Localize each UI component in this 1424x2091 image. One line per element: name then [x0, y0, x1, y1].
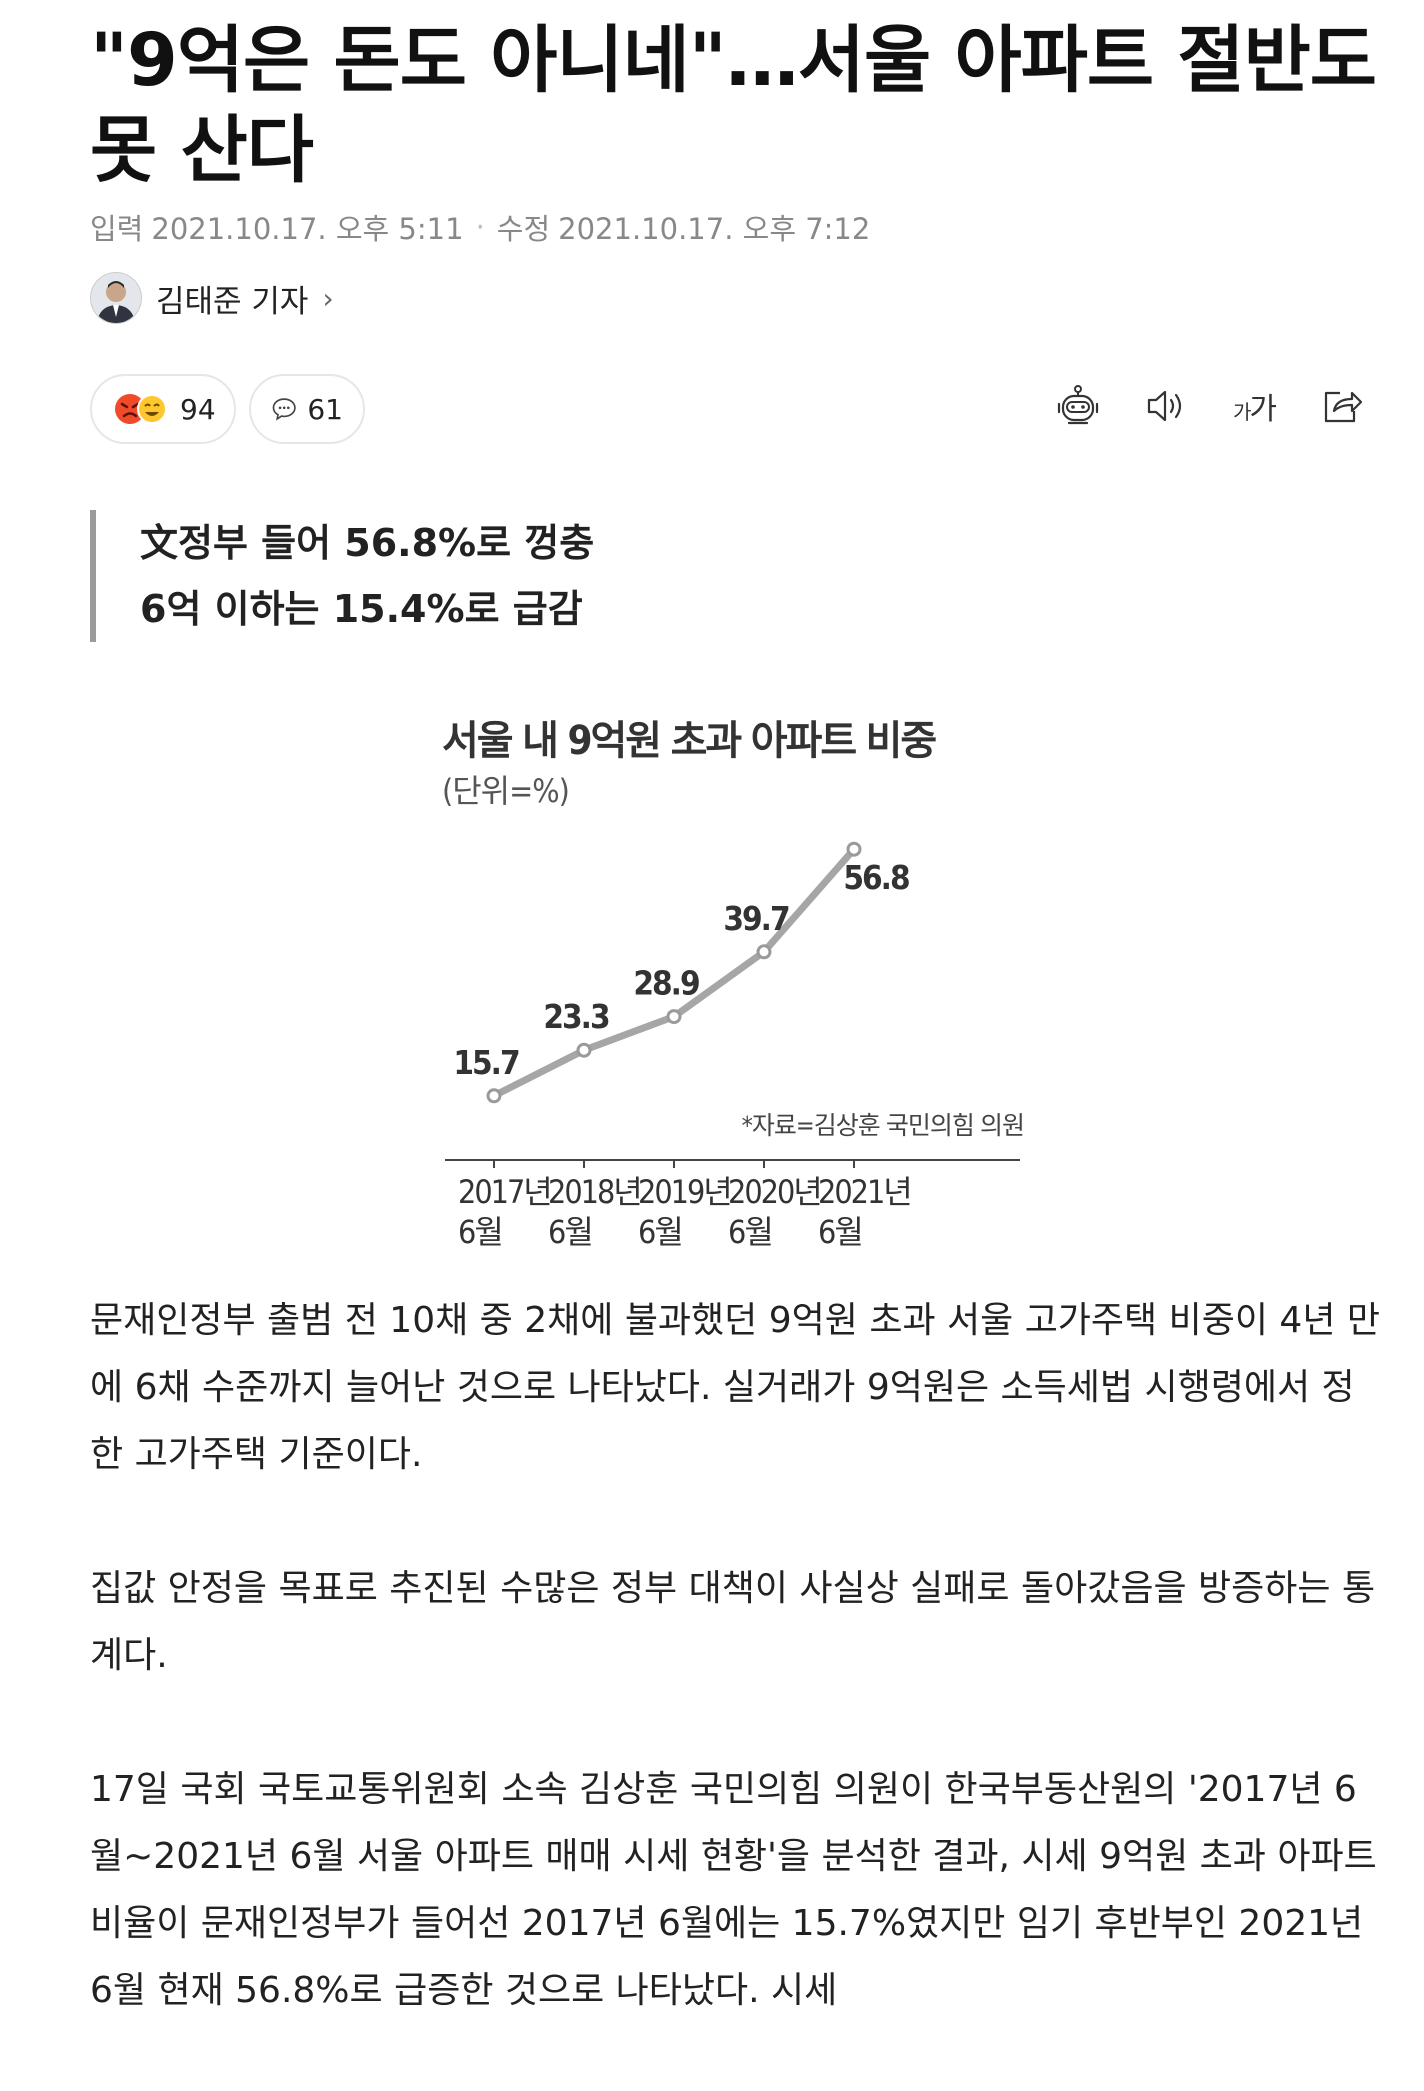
modified-time: 2021.10.17. 오후 7:12	[558, 212, 871, 246]
x-tick-label: 2021년	[818, 1173, 911, 1211]
font-size-button[interactable]: 가가	[1228, 380, 1280, 432]
share-button[interactable]	[1316, 380, 1368, 432]
data-point	[486, 1088, 502, 1104]
comment-icon	[272, 398, 296, 421]
article-title: "9억은 돈도 아니네"…서울 아파트 절반도 못 산다	[90, 16, 1380, 196]
article-toolbar: 가가	[1052, 380, 1368, 432]
data-labels: 15.7 23.3 28.9 39.7 56.8	[453, 858, 911, 1082]
x-tick-label: 2017년	[458, 1173, 551, 1211]
x-tick-label: 6월	[458, 1213, 502, 1251]
article-body: 문재인정부 출범 전 10채 중 2채에 불과했던 9억원 초과 서울 고가주택…	[90, 1287, 1380, 2091]
data-point	[756, 944, 772, 960]
title-line-2: 못 산다	[90, 108, 314, 193]
chart-source: *자료=김상훈 국민의힘 의원	[742, 1111, 1024, 1140]
angry-face-icon	[115, 394, 167, 424]
x-tick-label: 2020년	[728, 1173, 821, 1211]
input-time: 2021.10.17. 오후 5:11	[151, 212, 464, 246]
tts-button[interactable]	[1140, 380, 1192, 432]
x-tick-label: 6월	[728, 1213, 772, 1251]
summary-line-2: 6억 이하는 15.4%로 급감	[140, 587, 583, 631]
share-icon	[1324, 391, 1363, 423]
avatar	[90, 272, 142, 324]
font-size-icon: 가가	[1232, 392, 1277, 427]
author-name: 김태준 기자	[156, 283, 309, 320]
x-axis-ticks: 2017년6월2018년6월2019년6월2020년6월2021년6월	[458, 1160, 913, 1251]
chart-subtitle: (단위=%)	[442, 772, 569, 810]
reaction-emoji-group	[112, 392, 170, 426]
summary-bot-button[interactable]	[1052, 380, 1104, 432]
data-label: 23.3	[543, 997, 609, 1036]
data-label: 56.8	[843, 858, 909, 897]
comment-count: 61	[307, 392, 343, 426]
data-point	[666, 1009, 682, 1025]
body-paragraph-3: 17일 국회 국토교통위원회 소속 김상훈 국민의힘 의원이 한국부동산원의 '…	[90, 1769, 1377, 2011]
data-label: 39.7	[723, 899, 789, 938]
author-link[interactable]: 김태준 기자 ›	[90, 272, 334, 324]
meta-separator: ·	[475, 210, 485, 244]
x-tick-label: 2018년	[548, 1173, 641, 1211]
body-paragraph-2: 집값 안정을 목표로 추진된 수많은 정부 대책이 사실상 실패로 돌아갔음을 …	[90, 1568, 1376, 1676]
modified-label: 수정	[496, 212, 551, 246]
comment-button[interactable]: 61	[249, 374, 365, 444]
article-timestamps: 입력 2021.10.17. 오후 5:11 · 수정 2021.10.17. …	[90, 206, 870, 248]
chart-title: 서울 내 9억원 초과 아파트 비중	[442, 718, 936, 764]
x-tick-label: 6월	[638, 1213, 682, 1251]
data-point	[576, 1042, 592, 1058]
x-tick-label: 6월	[548, 1213, 592, 1251]
article-page: "9억은 돈도 아니네"…서울 아파트 절반도 못 산다 입력 2021.10.…	[0, 0, 1424, 2020]
reaction-button[interactable]: 94	[90, 374, 236, 444]
speaker-icon	[1147, 390, 1182, 422]
body-paragraph-1: 문재인정부 출범 전 10채 중 2채에 불과했던 9억원 초과 서울 고가주택…	[90, 1300, 1381, 1475]
chevron-right-icon: ›	[322, 281, 334, 315]
line-chart: 서울 내 9억원 초과 아파트 비중 (단위=%) *자료=김상훈 국민의힘 의…	[442, 718, 1025, 1251]
reaction-count: 94	[180, 392, 216, 426]
robot-icon	[1057, 385, 1099, 425]
title-line-1: "9억은 돈도 아니네"…서울 아파트 절반도	[90, 18, 1377, 103]
data-point	[846, 841, 862, 857]
summary-line-1: 文정부 들어 56.8%로 껑충	[140, 521, 595, 565]
data-label: 15.7	[453, 1043, 519, 1082]
input-label: 입력	[90, 212, 144, 246]
article-summary: 文정부 들어 56.8%로 껑충 6억 이하는 15.4%로 급감	[90, 510, 594, 642]
x-tick-label: 2019년	[638, 1173, 731, 1211]
data-label: 28.9	[633, 964, 699, 1003]
x-tick-label: 6월	[818, 1213, 862, 1251]
